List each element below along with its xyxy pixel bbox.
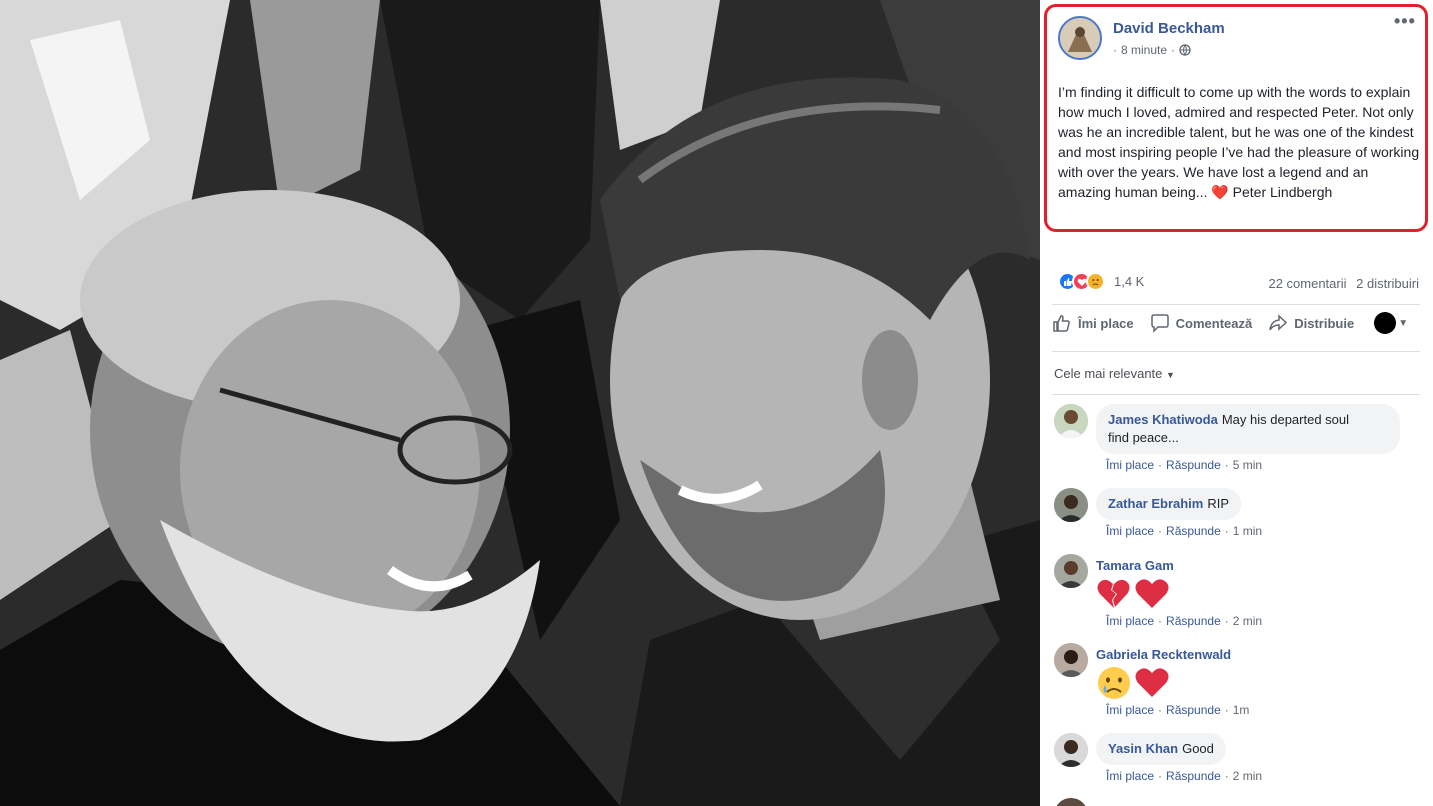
like-button[interactable]: Îmi place bbox=[1052, 313, 1134, 333]
sort-dropdown[interactable]: Cele mai relevante ▼ bbox=[1054, 366, 1175, 381]
commenter-name[interactable]: Yasin Khan bbox=[1108, 741, 1178, 756]
comment-text-line2: find peace... bbox=[1108, 430, 1179, 445]
author-avatar-image bbox=[1060, 18, 1100, 58]
comment-text: May his departed soul bbox=[1221, 412, 1350, 427]
comment-text: Good bbox=[1182, 741, 1214, 756]
post-time[interactable]: 8 minute bbox=[1121, 43, 1167, 57]
post-text-body: I’m finding it difficult to come up with… bbox=[1058, 84, 1420, 200]
comment-emojis bbox=[1096, 665, 1170, 701]
meta-dot-2: · bbox=[1171, 43, 1176, 57]
comment-bubble: Zathar Ebrahim RIP bbox=[1096, 488, 1242, 520]
comment-bubble: James Khatiwoda May his departed soul fin… bbox=[1096, 404, 1400, 454]
commenter-name[interactable]: Gabriela Recktenwald bbox=[1096, 647, 1231, 662]
comment-meta: Îmi place · Răspunde · 2 min bbox=[1106, 769, 1263, 783]
sad-icon bbox=[1086, 272, 1105, 291]
comment-like-link[interactable]: Îmi place bbox=[1106, 524, 1154, 538]
comment-bubble: Tamara Gam bbox=[1096, 554, 1178, 575]
comment-time[interactable]: 1m bbox=[1233, 703, 1250, 717]
globe-icon[interactable] bbox=[1179, 44, 1191, 56]
comment-button[interactable]: Comentează bbox=[1150, 313, 1253, 333]
commenter-avatar[interactable] bbox=[1054, 798, 1088, 806]
commenter-avatar[interactable] bbox=[1054, 554, 1088, 588]
sort-label: Cele mai relevante bbox=[1054, 366, 1163, 381]
divider bbox=[1052, 394, 1420, 395]
profile-avatar[interactable] bbox=[1374, 312, 1397, 334]
comment-bubble: Gabriela Recktenwald bbox=[1096, 643, 1235, 664]
commenter-avatar[interactable] bbox=[1054, 643, 1088, 677]
commenter-name[interactable]: Zathar Ebrahim bbox=[1108, 496, 1203, 511]
broken-heart-icon bbox=[1097, 579, 1130, 608]
comment-time[interactable]: 2 min bbox=[1233, 769, 1262, 783]
reaction-count[interactable]: 1,4 K bbox=[1114, 274, 1144, 289]
post-photo[interactable] bbox=[0, 0, 1040, 806]
commenter-avatar[interactable] bbox=[1054, 488, 1088, 522]
comment-emojis bbox=[1096, 576, 1170, 612]
comments-count[interactable]: 22 comentarii bbox=[1268, 276, 1346, 291]
post-text-tail: Peter Lindbergh bbox=[1228, 184, 1333, 200]
post-meta: · 8 minute · bbox=[1113, 43, 1191, 57]
post-counts: 22 comentarii 2 distribuiri bbox=[1262, 276, 1419, 291]
comment-text: RIP bbox=[1207, 496, 1230, 511]
shares-count[interactable]: 2 distribuiri bbox=[1356, 276, 1419, 291]
comment-reply-link[interactable]: Răspunde bbox=[1166, 703, 1221, 717]
comment-like-link[interactable]: Îmi place bbox=[1106, 458, 1154, 472]
post-side-panel: David Beckham · 8 minute · ••• I’m findi… bbox=[1040, 0, 1433, 806]
post-text: I’m finding it difficult to come up with… bbox=[1058, 82, 1422, 202]
divider bbox=[1052, 351, 1420, 352]
red-heart-icon bbox=[1135, 579, 1169, 608]
commenter-name[interactable]: Tamara Gam bbox=[1096, 558, 1174, 573]
red-heart-icon bbox=[1135, 668, 1169, 697]
commenter-avatar[interactable] bbox=[1054, 404, 1088, 438]
comment-like-link[interactable]: Îmi place bbox=[1106, 614, 1154, 628]
author-name[interactable]: David Beckham bbox=[1113, 20, 1225, 37]
comment-label: Comentează bbox=[1175, 315, 1253, 331]
comment-meta: Îmi place · Răspunde · 5 min bbox=[1106, 458, 1263, 472]
comment-reply-link[interactable]: Răspunde bbox=[1166, 769, 1221, 783]
like-label: Îmi place bbox=[1078, 315, 1134, 331]
more-options-icon[interactable]: ••• bbox=[1394, 12, 1416, 30]
comment-time[interactable]: 5 min bbox=[1233, 458, 1262, 472]
commenter-name[interactable]: James Khatiwoda bbox=[1108, 412, 1218, 427]
comment-time[interactable]: 2 min bbox=[1233, 614, 1262, 628]
thumbs-up-icon bbox=[1053, 315, 1070, 332]
comment-meta: Îmi place · Răspunde · 2 min bbox=[1106, 614, 1263, 628]
comment-time[interactable]: 1 min bbox=[1233, 524, 1262, 538]
comment-reply-link[interactable]: Răspunde bbox=[1166, 524, 1221, 538]
reactions-summary[interactable]: 1,4 K bbox=[1058, 272, 1144, 291]
comment-meta: Îmi place · Răspunde · 1 min bbox=[1106, 524, 1263, 538]
comment-reply-link[interactable]: Răspunde bbox=[1166, 458, 1221, 472]
commenter-avatar[interactable] bbox=[1054, 733, 1088, 767]
comment-meta: Îmi place · Răspunde · 1m bbox=[1106, 703, 1250, 717]
author-avatar[interactable] bbox=[1058, 16, 1102, 60]
meta-dot: · bbox=[1113, 43, 1117, 57]
comment-icon bbox=[1150, 314, 1169, 333]
comment-like-link[interactable]: Îmi place bbox=[1106, 703, 1154, 717]
reaction-icons bbox=[1058, 272, 1105, 291]
divider bbox=[1052, 304, 1420, 305]
chevron-down-icon[interactable]: ▼ bbox=[1398, 318, 1408, 329]
crying-face-icon bbox=[1098, 667, 1130, 699]
share-icon bbox=[1269, 314, 1288, 331]
share-button[interactable]: Distribuie bbox=[1268, 313, 1354, 333]
comment-bubble: Yasin Khan Good bbox=[1096, 733, 1226, 765]
photo-illustration bbox=[0, 0, 1040, 806]
comment-like-link[interactable]: Îmi place bbox=[1106, 769, 1154, 783]
post-actions: Îmi place Comentează Distribuie ▼ bbox=[1052, 312, 1422, 334]
share-label: Distribuie bbox=[1294, 315, 1355, 331]
heart-icon: ❤️ bbox=[1211, 184, 1229, 200]
comment-reply-link[interactable]: Răspunde bbox=[1166, 614, 1221, 628]
caret-down-icon: ▼ bbox=[1166, 370, 1175, 380]
